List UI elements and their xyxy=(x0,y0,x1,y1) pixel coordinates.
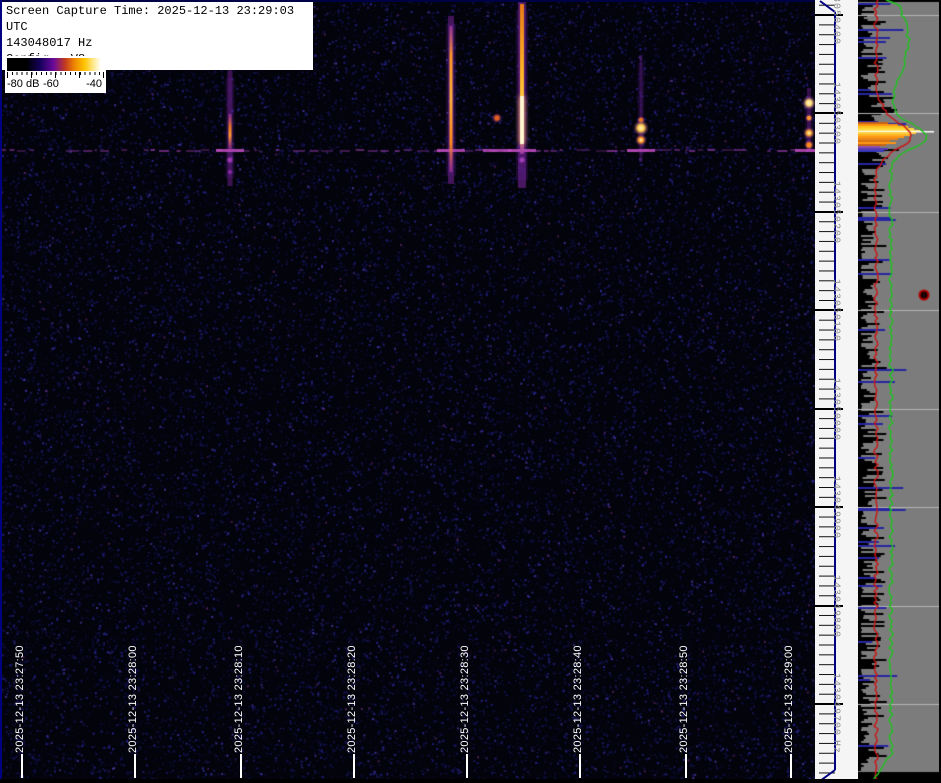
time-label-text: 2025-12-13 23:29:00 xyxy=(783,645,795,753)
colorbar-label-max: -40 xyxy=(86,78,102,90)
time-label-text: 2025-12-13 23:28:50 xyxy=(678,645,690,753)
time-tick xyxy=(134,754,136,778)
colorbar-label-mid: -60 xyxy=(43,78,59,90)
time-label-text: 2025-12-13 23:28:30 xyxy=(459,645,471,753)
freq-label: 143049700 xyxy=(830,673,841,737)
freq-label: 143050300 xyxy=(830,82,841,146)
time-label-text: 2025-12-13 23:28:00 xyxy=(127,645,139,753)
time-tick xyxy=(790,754,792,778)
spectrum-side-panel-canvas xyxy=(858,0,941,783)
time-label-text: 2025-12-13 23:28:20 xyxy=(346,645,358,753)
time-label-text: 2025-12-13 23:28:40 xyxy=(572,645,584,753)
freq-label: 143050200 xyxy=(830,181,841,245)
freq-label: 143049900 xyxy=(830,476,841,540)
freq-label: 143050400 xyxy=(830,0,841,46)
time-tick xyxy=(21,754,23,778)
time-tick xyxy=(353,754,355,778)
time-label-text: 2025-12-13 23:28:10 xyxy=(233,645,245,753)
time-tick xyxy=(579,754,581,778)
time-tick xyxy=(685,754,687,778)
time-tick xyxy=(240,754,242,778)
colorbar-legend: -80 dB -60 -40 xyxy=(5,56,106,93)
waterfall-spectrogram-canvas xyxy=(0,0,815,779)
freq-label: 143049800 xyxy=(830,575,841,639)
time-tick xyxy=(466,754,468,778)
freq-label: 143050000 xyxy=(830,378,841,442)
frequency-axis: 143050400 143050300 143050200 143050100 … xyxy=(815,0,858,783)
center-frequency-text: 143048017 Hz xyxy=(6,36,93,50)
freq-label: 143050100 xyxy=(830,279,841,343)
colorbar-label-min: -80 dB xyxy=(7,78,40,90)
colorbar-gradient xyxy=(7,58,104,71)
left-border xyxy=(0,0,2,779)
capture-time-text: Screen Capture Time: 2025-12-13 23:29:03… xyxy=(6,4,295,34)
spectrogram-app-window: Screen Capture Time: 2025-12-13 23:29:03… xyxy=(0,0,941,783)
bottom-border xyxy=(0,779,941,783)
time-label-text: 2025-12-13 23:27:50 xyxy=(14,645,26,753)
freq-axis-unit: Hz xyxy=(830,740,841,755)
